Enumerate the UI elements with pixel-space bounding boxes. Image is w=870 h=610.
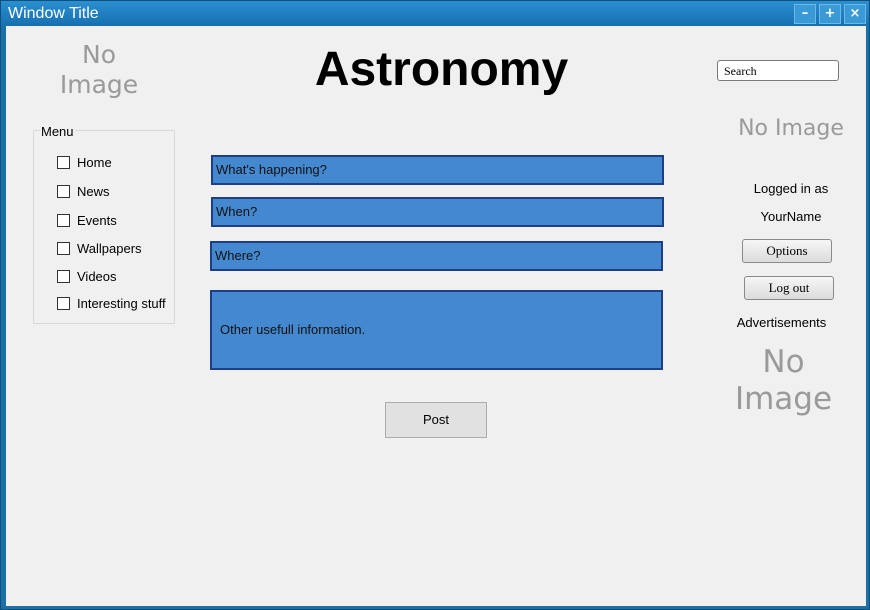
avatar-placeholder: No Image	[738, 116, 844, 141]
menu-item-label: Events	[77, 213, 117, 228]
logo-image-placeholder: No Image	[59, 40, 139, 99]
menu-checkbox[interactable]	[57, 185, 70, 198]
maximize-icon[interactable]: +	[819, 4, 841, 24]
whats-happening-field[interactable]: What's happening?	[211, 155, 664, 185]
where-field[interactable]: Where?	[210, 241, 663, 271]
menu-legend: Menu	[40, 124, 75, 139]
logged-in-label: Logged in as	[753, 181, 829, 196]
username-label: YourName	[760, 209, 822, 224]
logout-button[interactable]: Log out	[744, 276, 834, 300]
title-bar[interactable]: Window Title – + ×	[1, 1, 869, 26]
when-field[interactable]: When?	[211, 197, 664, 227]
menu-item-label: Videos	[77, 269, 117, 284]
advertisements-heading: Advertisements	[736, 315, 827, 330]
menu-checkbox[interactable]	[57, 214, 70, 227]
post-button[interactable]: Post	[385, 402, 487, 438]
menu-item-label: Home	[77, 155, 112, 170]
page-title: Astronomy	[314, 43, 569, 96]
app-window: Window Title – + × No Image Astronomy Se…	[0, 0, 870, 610]
menu-checkbox[interactable]	[57, 242, 70, 255]
menu-checkbox[interactable]	[57, 297, 70, 310]
menu-item-label: Wallpapers	[77, 241, 142, 256]
menu-checkbox[interactable]	[57, 270, 70, 283]
options-button[interactable]: Options	[742, 239, 832, 263]
minimize-icon[interactable]: –	[794, 4, 816, 24]
menu-group: Menu Home News Events Wallpapers Videos	[33, 124, 175, 324]
menu-item-label: News	[77, 184, 110, 199]
menu-item-label: Interesting stuff	[77, 296, 166, 311]
search-input[interactable]: Search	[717, 60, 839, 81]
other-info-field[interactable]: Other usefull information.	[210, 290, 663, 370]
window-content: No Image Astronomy Search Menu Home News…	[6, 26, 866, 606]
window-title: Window Title	[8, 5, 99, 22]
menu-checkbox[interactable]	[57, 156, 70, 169]
advertisement-image-placeholder: No Image	[734, 344, 833, 418]
close-icon[interactable]: ×	[844, 4, 866, 24]
